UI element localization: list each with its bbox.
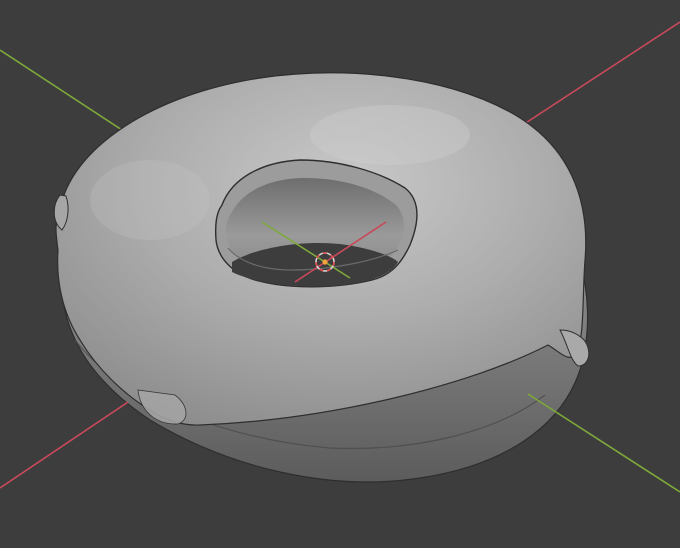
viewport-canvas[interactable] — [0, 0, 680, 548]
3d-viewport[interactable] — [0, 0, 680, 548]
icing-highlight — [310, 105, 470, 165]
icing-highlight-left — [90, 160, 210, 240]
